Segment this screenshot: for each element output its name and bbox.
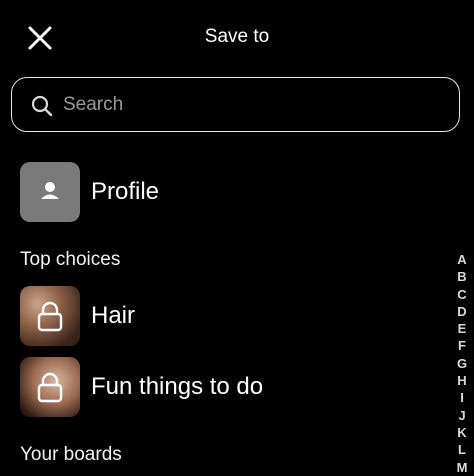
board-thumbnail [20,286,80,346]
board-row-hair[interactable]: Hair [20,286,440,346]
board-label: Fun things to do [91,373,264,400]
index-letter[interactable]: I [452,389,472,406]
header: Save to [0,0,474,76]
lock-icon [37,372,63,403]
index-letter[interactable]: M [452,459,472,476]
alphabet-index[interactable]: A B C D E F G H I J K L M [452,251,472,476]
search-input[interactable] [61,78,445,132]
index-letter[interactable]: J [452,407,472,424]
board-label: Hair [91,302,136,329]
index-letter[interactable]: H [452,372,472,389]
index-letter[interactable]: A [452,251,472,268]
profile-label: Profile [91,178,160,205]
page-title: Save to [204,26,270,47]
top-choices-heading: Top choices [20,249,121,270]
profile-row[interactable]: Profile [20,162,440,222]
search-icon [31,95,53,117]
index-letter[interactable]: C [452,286,472,303]
lock-icon [37,301,63,332]
board-thumbnail [20,357,80,417]
index-letter[interactable]: E [452,320,472,337]
index-letter[interactable]: G [452,355,472,372]
person-icon [41,182,59,199]
search-box[interactable] [11,77,460,132]
your-boards-heading: Your boards [20,444,122,465]
index-letter[interactable]: F [452,337,472,354]
index-letter[interactable]: K [452,424,472,441]
index-letter[interactable]: L [452,441,472,458]
index-letter[interactable]: D [452,303,472,320]
profile-avatar [20,162,80,222]
board-row-fun-things-to-do[interactable]: Fun things to do [20,357,440,417]
index-letter[interactable]: B [452,268,472,285]
